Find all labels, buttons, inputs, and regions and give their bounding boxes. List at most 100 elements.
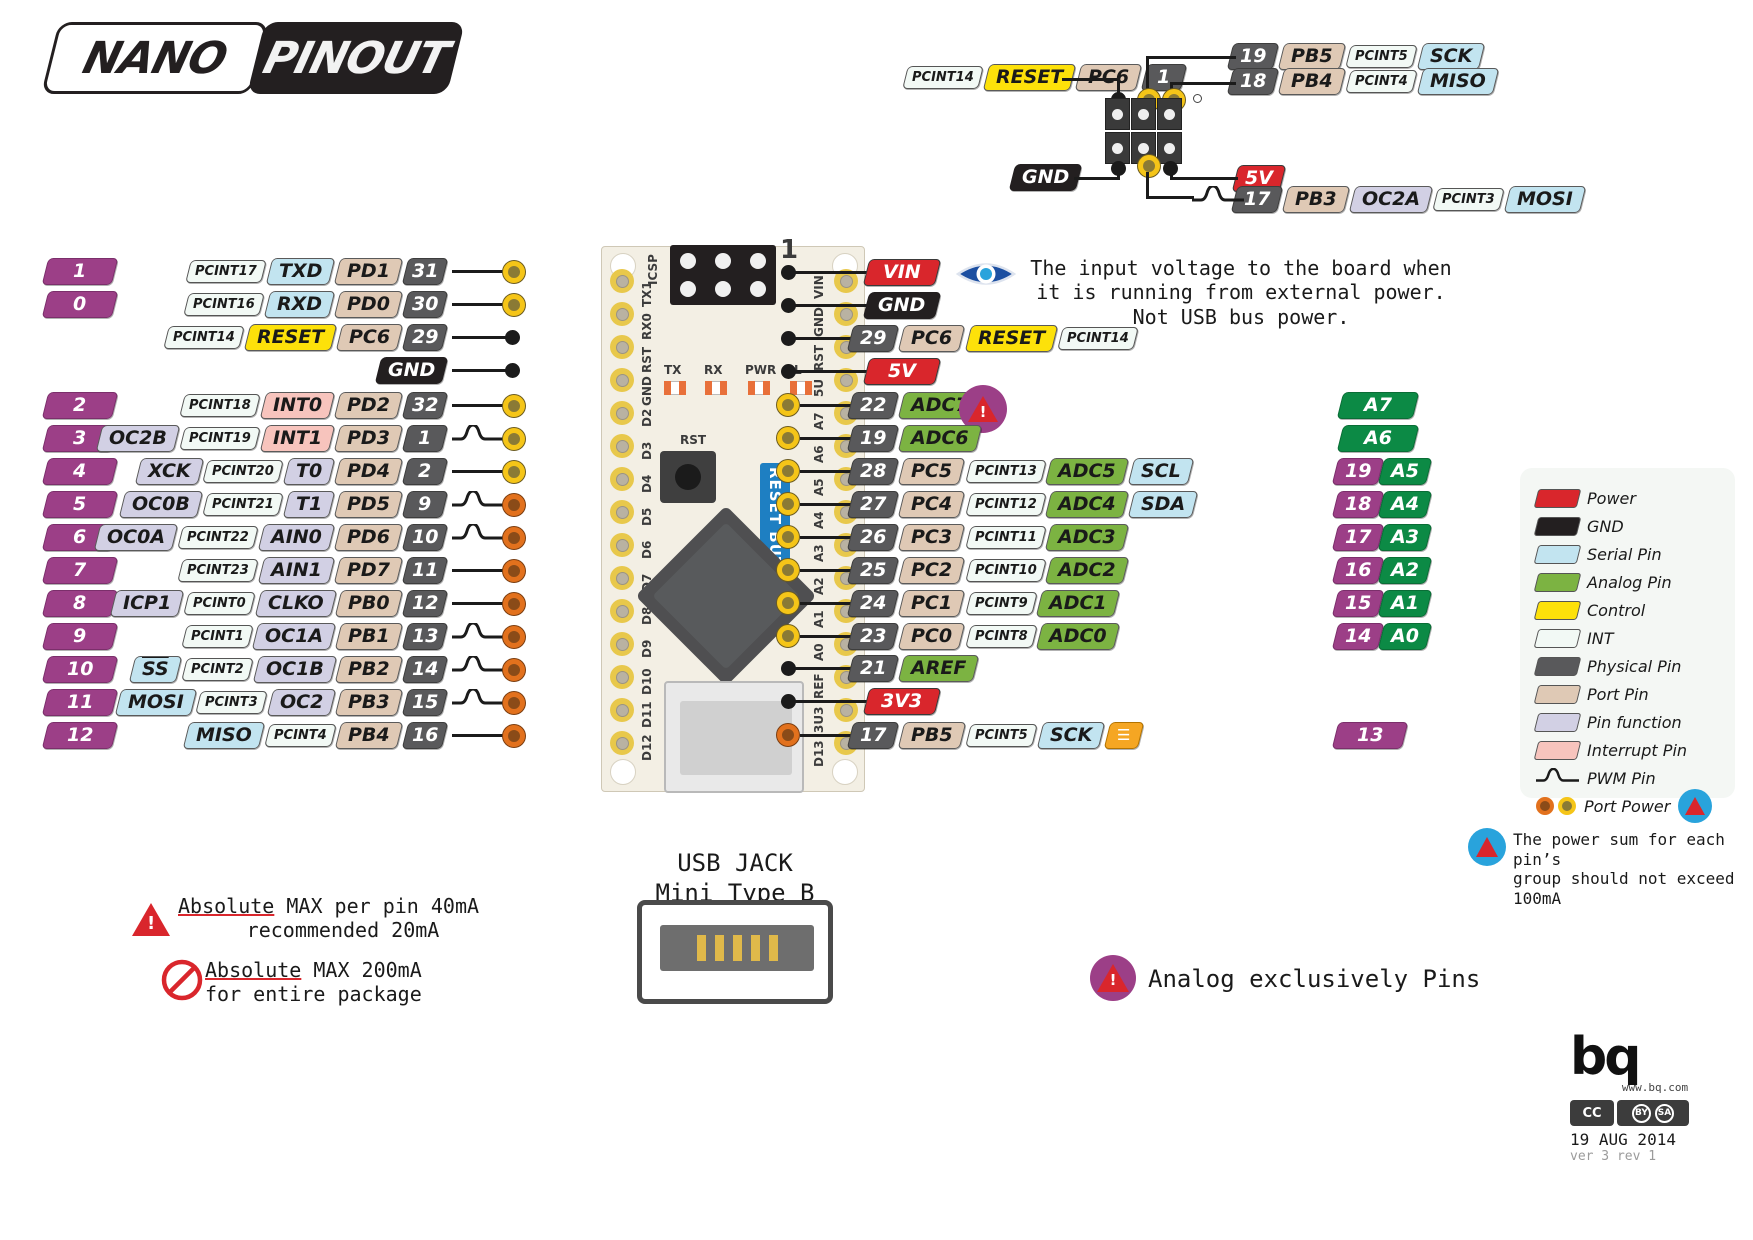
icsp-cell-6: [1157, 132, 1182, 164]
no-entry-icon: [161, 959, 203, 1001]
legend-swatch-int: [1533, 628, 1582, 648]
legend-swatch-port: [1533, 684, 1582, 704]
l14-pad: [503, 725, 525, 747]
digital-num-10: 10: [41, 656, 119, 683]
board-icsp-pin-1: [680, 253, 696, 269]
legend-label-gnd: GND: [1587, 516, 1624, 536]
l10-tag-port: PB0: [334, 590, 404, 617]
tag-pb3: PB3: [1282, 186, 1351, 213]
r10-tag-d15: 15: [1331, 590, 1385, 617]
l0-pad: [503, 261, 525, 283]
l12-tag-port: PB2: [334, 656, 404, 683]
legend-label-control: Control: [1587, 600, 1646, 620]
power-sum-line2: group should not exceed 100mA: [1513, 869, 1735, 908]
right-row-3: 5V: [862, 358, 942, 385]
digital-num-5: 5: [41, 491, 119, 518]
legend-swatch-phys: [1533, 656, 1582, 676]
power-sum-triangle: [1476, 837, 1498, 857]
l7-tag-func1: OC0B: [118, 491, 204, 518]
digital-num-0: 0: [41, 291, 119, 318]
r2-tag-int: PCINT14: [1056, 327, 1139, 350]
max-per-pin-triangle: !: [132, 902, 170, 936]
board-icsp-pin-5: [715, 281, 731, 297]
board-pad-l4: [610, 368, 634, 392]
logo-pinout-block: PINOUT: [247, 22, 465, 94]
r6-tag-serial: SCL: [1127, 458, 1195, 485]
power-sum-line1: The power sum for each pin’s: [1513, 830, 1725, 869]
board-pad-l9: [610, 533, 634, 557]
usb-jack-label: USB JACK Mini Type B: [600, 848, 870, 908]
onboard-led-icon: ☰: [1103, 722, 1145, 749]
l11-pad: [503, 626, 525, 648]
tag-digital-1: 1: [41, 258, 119, 285]
silk-mark-rst-btn: RST: [680, 433, 707, 447]
silk-d13: D13: [812, 740, 826, 767]
bq-footer: bq www.bq.com CC BY SA 19 AUG 2014 ver 3…: [1570, 1031, 1740, 1164]
tag-pb5: PB5: [1278, 43, 1347, 70]
creative-commons-badge: CC BY SA: [1570, 1100, 1740, 1127]
icsp-lead-mosi: [1146, 196, 1194, 199]
r14-tag-phys: 17: [846, 722, 900, 749]
analog-exclusive-icon: [1090, 955, 1136, 1001]
l2-tag-int: PCINT14: [163, 326, 245, 349]
r4-tag-phys: 22: [846, 392, 900, 419]
l8-tag-int: PCINT22: [177, 526, 260, 549]
r7-tag-int: PCINT12: [964, 493, 1047, 516]
r3-lead: [788, 370, 873, 373]
legend-dot-yellow: [1558, 797, 1576, 815]
pwm-icon-d3: [452, 425, 504, 441]
r8-tag-int: PCINT11: [964, 526, 1047, 549]
left-row-12: SS PCINT2 OC1B PB2 14: [128, 656, 449, 683]
legend-swatch-power: [1533, 488, 1582, 508]
board-icsp-header: [670, 245, 776, 305]
vin-note-line2: it is running from external power.: [1036, 280, 1446, 305]
l5-tag-func: OC2B: [95, 425, 181, 452]
board-pad-l2: [610, 302, 634, 326]
right-row-10: 24 PC1 PCINT9 ADC1: [846, 590, 1121, 617]
l8-tag-func1: OC0A: [94, 524, 179, 551]
r13-tag-power: 3V3: [862, 688, 942, 715]
l11-tag-func: OC1A: [251, 623, 337, 650]
led-rx: [705, 381, 727, 395]
right-analog-11: 14 A0: [1331, 623, 1433, 650]
right-row-7: 27 PC4 PCINT12 ADC4 SDA: [846, 491, 1199, 518]
board-pad-l12: [610, 632, 634, 656]
digital-num-8: 8: [41, 590, 119, 617]
left-row-4: PCINT18 INT0 PD2 32: [179, 392, 449, 419]
digital-num-4: 4: [41, 458, 119, 485]
pwm-icon-icsp: [1192, 186, 1244, 202]
board-reset-button[interactable]: [660, 451, 716, 503]
digital-num-11: 11: [41, 689, 119, 716]
r14-tag-port: PB5: [898, 722, 967, 749]
max-package-line1: Absolute MAX 200mA: [205, 958, 525, 982]
silk-d9: D9: [640, 639, 654, 658]
r9-pad: [777, 559, 799, 581]
tag-pcint3: PCINT3: [1432, 188, 1505, 211]
pwm-icon-d9: [452, 623, 504, 639]
icsp-lead-mosi-v: [1146, 172, 1149, 199]
l11-tag-int: PCINT1: [180, 625, 254, 648]
tag-digital-0: 0: [41, 291, 119, 318]
l4-tag-port: PD2: [333, 392, 404, 419]
l13-pad: [503, 692, 525, 714]
usb-pin-1: [696, 935, 706, 961]
l6-tag-int: PCINT20: [202, 460, 284, 483]
left-row-9: PCINT23 AIN1 PD7 11: [177, 557, 449, 584]
eye-icon: [955, 263, 1017, 285]
icsp-pb4-row: 18 PB4 PCINT4 MISO: [1226, 68, 1499, 95]
tag-oc2a: OC2A: [1348, 186, 1434, 213]
l9-tag-func: AIN1: [257, 557, 336, 584]
l1-pad: [503, 294, 525, 316]
max-package-line2: for entire package: [205, 982, 422, 1007]
right-analog-6: 19 A5: [1331, 458, 1433, 485]
legend-item-port: Port Pin: [1533, 680, 1735, 708]
usb-jack-shell: [660, 925, 814, 971]
left-row-5: OC2B PCINT19 INT1 PD3 1: [95, 425, 449, 452]
l12-tag-int: PCINT2: [180, 658, 254, 681]
r10-tag-int: PCINT9: [964, 592, 1038, 615]
tag-mosi: MOSI: [1503, 186, 1587, 213]
legend-swatch-gnd: [1533, 516, 1582, 536]
board-icsp-pin-3: [750, 253, 766, 269]
r10-tag-analog: ADC1: [1035, 590, 1121, 617]
l5-tag-port: PD3: [333, 425, 404, 452]
